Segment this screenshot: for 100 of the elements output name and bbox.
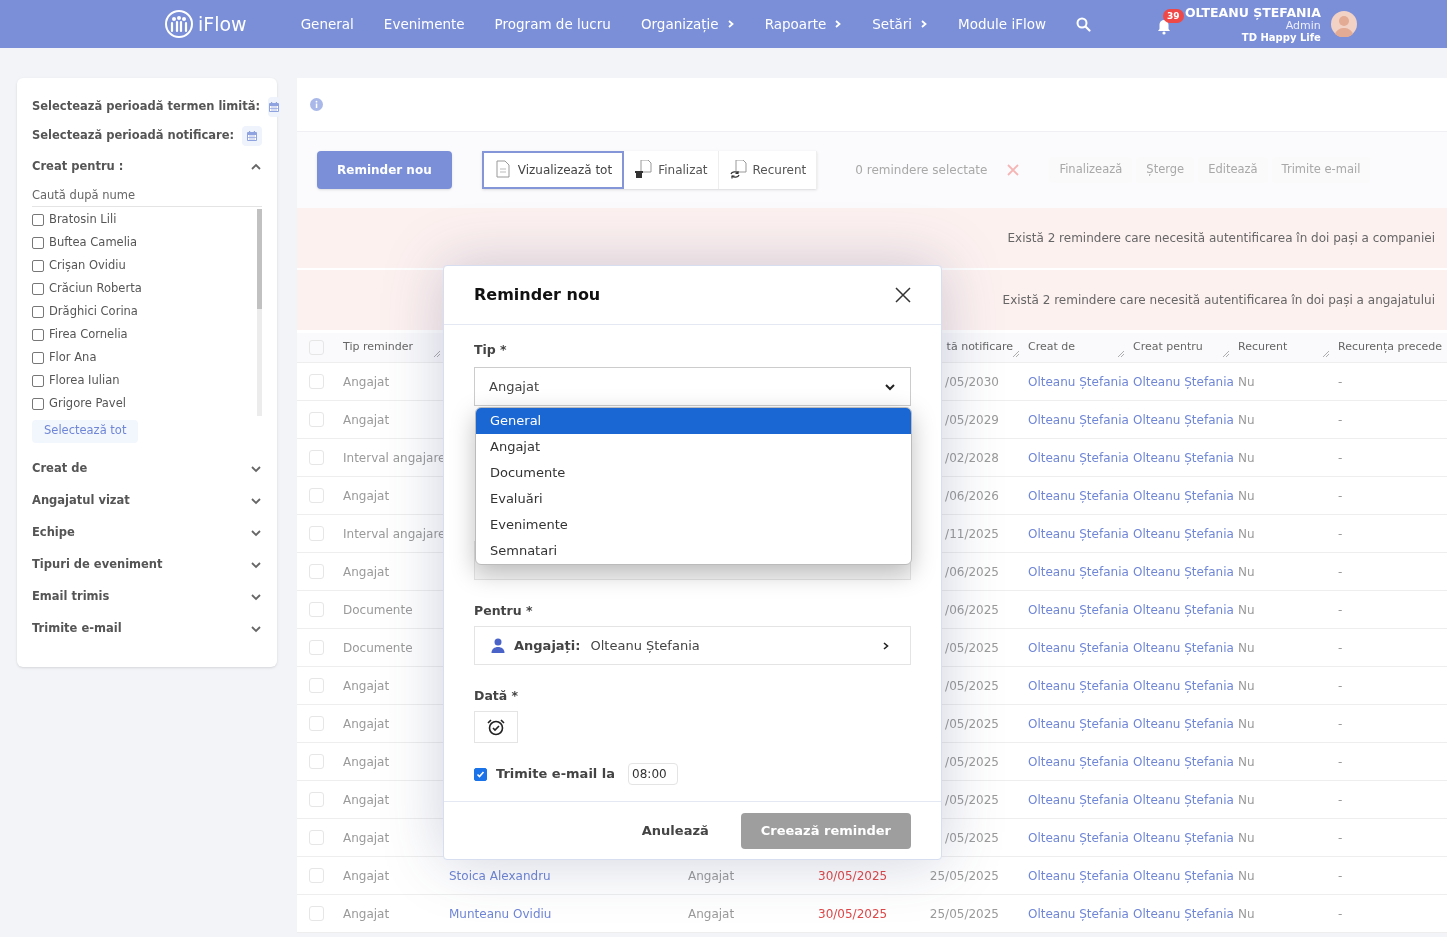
link[interactable]: Olteanu Ștefania: [1028, 676, 1129, 695]
column-header[interactable]: Recurența precede: [1338, 339, 1443, 356]
link[interactable]: Olteanu Ștefania: [1133, 828, 1234, 847]
checkbox[interactable]: [32, 260, 44, 272]
checkbox[interactable]: [32, 398, 44, 410]
link[interactable]: Stoica Alexandru: [449, 866, 551, 885]
recipient-field[interactable]: Angajați: Olteanu Ștefania: [474, 626, 911, 665]
link[interactable]: Olteanu Ștefania: [1133, 752, 1234, 771]
view-tab[interactable]: Vizualizează tot: [481, 151, 625, 189]
checkbox-label: Grigore Pavel: [49, 395, 126, 413]
close-button[interactable]: [895, 287, 911, 303]
view-tab[interactable]: Recurent: [718, 151, 818, 189]
search-button[interactable]: [1076, 16, 1091, 32]
link[interactable]: Olteanu Ștefania: [1133, 448, 1234, 467]
cancel-button[interactable]: Anulează: [633, 820, 717, 841]
link[interactable]: Olteanu Ștefania: [1133, 790, 1234, 809]
nav-link[interactable]: Setări: [872, 13, 929, 35]
field-label: Pentru *: [474, 602, 534, 620]
filter-section-title[interactable]: Echipe: [32, 523, 75, 542]
table-cell-text: Nu: [1238, 525, 1255, 543]
checkbox[interactable]: [32, 214, 44, 226]
checkbox[interactable]: [32, 237, 44, 249]
nav-link[interactable]: Evenimente: [383, 13, 465, 35]
filter-section-title[interactable]: Angajatul vizat: [32, 491, 130, 510]
dropdown-option[interactable]: Angajat: [476, 434, 911, 460]
link[interactable]: Olteanu Ștefania: [1133, 410, 1234, 429]
link[interactable]: Olteanu Ștefania: [1028, 410, 1129, 429]
calendar-button[interactable]: [268, 96, 281, 117]
table-cell-text: -: [1338, 829, 1343, 847]
link[interactable]: Olteanu Ștefania: [1133, 714, 1234, 733]
link[interactable]: Olteanu Ștefania: [1133, 638, 1234, 657]
notification-badge: 39: [1163, 9, 1184, 23]
link[interactable]: Olteanu Ștefania: [1028, 600, 1129, 619]
dropdown-option[interactable]: General: [476, 408, 911, 434]
nav-link[interactable]: Program de lucru: [494, 13, 611, 35]
link[interactable]: Olteanu Ștefania: [1133, 372, 1234, 391]
filter-section-title[interactable]: Creat de: [32, 459, 88, 478]
checkbox[interactable]: [32, 329, 44, 341]
filter-label: Selectează perioadă notificare:: [32, 126, 235, 144]
info-icon: [310, 98, 323, 111]
link[interactable]: Olteanu Ștefania: [1028, 866, 1129, 885]
new-reminder-button[interactable]: Reminder nou: [317, 151, 452, 189]
link[interactable]: Olteanu Ștefania: [1133, 600, 1234, 619]
link[interactable]: Olteanu Ștefania: [1028, 562, 1129, 581]
select-all-button[interactable]: Selectează tot: [32, 419, 139, 443]
logo[interactable]: iFlow: [164, 9, 247, 39]
search-field[interactable]: Caută după nume: [32, 184, 262, 207]
checkbox[interactable]: [32, 283, 44, 295]
nav-link[interactable]: General: [300, 13, 354, 35]
nav-link[interactable]: Module iFlow: [958, 13, 1046, 35]
link[interactable]: Olteanu Ștefania: [1028, 790, 1129, 809]
checkbox[interactable]: [32, 306, 44, 318]
checkbox[interactable]: [32, 375, 44, 387]
link[interactable]: Olteanu Ștefania: [1028, 448, 1129, 467]
checkbox-label: Flor Ana: [49, 349, 97, 367]
checkbox[interactable]: [32, 352, 44, 364]
checkbox[interactable]: [474, 767, 487, 781]
filter-label: Selectează perioadă termen limită:: [32, 97, 261, 115]
link[interactable]: Olteanu Ștefania: [1028, 524, 1129, 543]
checkbox-label: Crăciun Roberta: [49, 280, 142, 298]
link[interactable]: Olteanu Ștefania: [1133, 676, 1234, 695]
link[interactable]: Olteanu Ștefania: [1133, 866, 1234, 885]
link[interactable]: Olteanu Ștefania: [1028, 714, 1129, 733]
calendar-button[interactable]: [242, 125, 262, 146]
table-cell-text: Angajat: [343, 563, 390, 581]
link[interactable]: Olteanu Ștefania: [1133, 524, 1234, 543]
link[interactable]: Olteanu Ștefania: [1133, 486, 1234, 505]
table-cell-text: -: [1338, 449, 1343, 467]
column-header[interactable]: Creat de: [1028, 339, 1076, 356]
link[interactable]: Olteanu Ștefania: [1028, 904, 1129, 923]
link[interactable]: Olteanu Ștefania: [1028, 638, 1129, 657]
dropdown-option[interactable]: Evenimente: [476, 512, 911, 538]
nav-link[interactable]: Organizație: [640, 13, 735, 35]
scrollbar[interactable]: [257, 208, 262, 416]
dropdown-option[interactable]: Semnatari: [476, 538, 911, 564]
link[interactable]: Olteanu Ștefania: [1028, 828, 1129, 847]
filter-section-title[interactable]: Trimite e-mail: [32, 619, 122, 638]
time-field[interactable]: 08:00: [628, 763, 679, 785]
column-header[interactable]: Tip reminder: [343, 339, 413, 356]
view-tab[interactable]: Finalizat: [624, 151, 719, 189]
filter-section-title[interactable]: Creat pentru :: [32, 158, 124, 176]
link[interactable]: Olteanu Ștefania: [1028, 752, 1129, 771]
logo-icon: [164, 9, 194, 39]
link[interactable]: Olteanu Ștefania: [1028, 372, 1129, 391]
table-cell-text: Angajat: [343, 867, 390, 885]
filter-section-title[interactable]: Email trimis: [32, 587, 110, 606]
column-header[interactable]: Recurent: [1238, 339, 1288, 356]
date-picker-button[interactable]: [474, 711, 518, 743]
column-header[interactable]: Creat pentru: [1133, 339, 1203, 356]
dropdown-option[interactable]: Documente: [476, 460, 911, 486]
type-select[interactable]: Angajat: [474, 367, 911, 406]
link[interactable]: Olteanu Ștefania: [1133, 904, 1234, 923]
dropdown-option[interactable]: Evaluări: [476, 486, 911, 512]
nav-link[interactable]: Rapoarte: [764, 13, 843, 35]
link[interactable]: Munteanu Ovidiu: [449, 904, 552, 923]
filter-section-title[interactable]: Tipuri de eveniment: [32, 555, 163, 574]
link[interactable]: Olteanu Ștefania: [1028, 486, 1129, 505]
checkbox-label: Firea Cornelia: [49, 326, 128, 344]
link[interactable]: Olteanu Ștefania: [1133, 562, 1234, 581]
column-header[interactable]: tă notificare: [946, 339, 1013, 356]
